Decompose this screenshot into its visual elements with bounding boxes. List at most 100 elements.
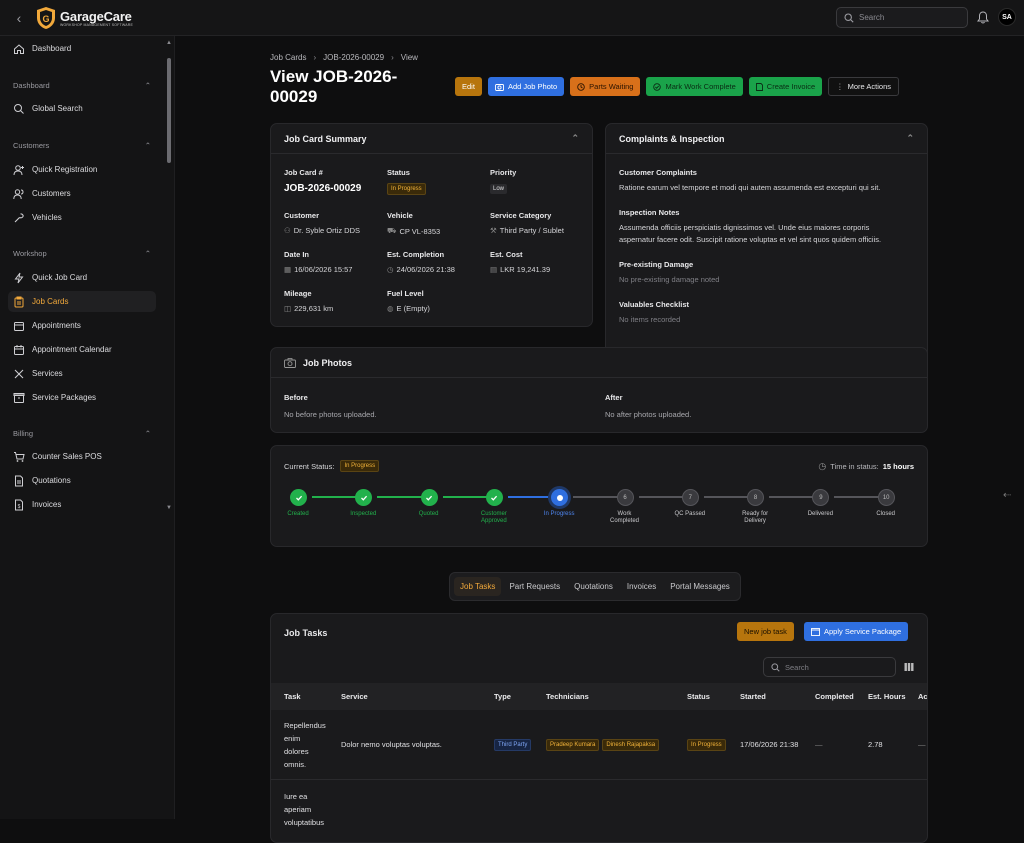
tab-invoices[interactable]: Invoices xyxy=(621,577,662,596)
sidebar-item-customers[interactable]: Customers xyxy=(8,183,156,204)
bell-icon[interactable] xyxy=(977,11,989,24)
section-customers[interactable]: Customers ⌃ xyxy=(13,141,151,150)
sidebar-item-service-packages[interactable]: Service Packages xyxy=(8,387,156,408)
columns-icon[interactable] xyxy=(904,662,914,672)
section-dashboard[interactable]: Dashboard ⌃ xyxy=(13,81,151,90)
before-label: Before xyxy=(284,393,308,402)
sidebar-item-invoices[interactable]: $ Invoices xyxy=(8,494,156,515)
sidebar-item-global-search[interactable]: Global Search xyxy=(8,98,156,119)
table-row[interactable]: Iure ea aperiam voluptatibus xyxy=(271,781,927,842)
chevron-up-icon: ⌃ xyxy=(906,133,914,143)
breadcrumb-job-number[interactable]: JOB-2026-00029 xyxy=(323,53,384,62)
sidebar-item-dashboard[interactable]: Dashboard xyxy=(8,38,156,59)
card-title: Job Card Summary xyxy=(284,133,367,144)
edit-button[interactable]: Edit xyxy=(455,77,482,96)
scroll-down-arrow-icon[interactable]: ▼ xyxy=(166,505,172,511)
column-header[interactable]: Started xyxy=(740,692,766,701)
sidebar-item-quick-job-card[interactable]: Quick Job Card xyxy=(8,267,156,288)
more-actions-button[interactable]: ⋮ More Actions xyxy=(828,77,899,96)
add-job-photo-button[interactable]: Add Job Photo xyxy=(487,77,565,96)
field-label: Fuel Level xyxy=(387,289,424,298)
current-status-label: Current Status: xyxy=(284,461,335,471)
technician-badge: Pradeep Kumara xyxy=(546,739,600,751)
tab-portal-messages[interactable]: Portal Messages xyxy=(664,577,736,596)
chevron-up-icon: ⌃ xyxy=(144,141,151,150)
field-label: Mileage xyxy=(284,289,312,298)
sidebar-item-counter-sales-pos[interactable]: Counter Sales POS xyxy=(8,446,156,467)
stepper-label: In Progress xyxy=(543,511,575,517)
task-action[interactable]: — xyxy=(918,740,926,749)
column-header[interactable]: Status xyxy=(687,692,710,701)
sidebar-item-label: Appointments xyxy=(32,321,81,330)
field-label: Service Category xyxy=(490,211,552,220)
sidebar-item-label: Services xyxy=(32,369,63,378)
breadcrumb-job-cards[interactable]: Job Cards xyxy=(270,53,306,62)
sidebar-item-appointment-calendar[interactable]: Appointment Calendar xyxy=(8,339,156,360)
current-status-badge: In Progress xyxy=(340,460,380,472)
stepper-step-7: 7 xyxy=(681,489,699,506)
clock-icon xyxy=(577,82,585,91)
stepper-connector xyxy=(703,496,750,498)
sidebar-item-quick-registration[interactable]: Quick Registration xyxy=(8,159,156,180)
current-dot-icon xyxy=(556,494,563,501)
task-name-line: Repellendus xyxy=(284,721,326,730)
arrow-left-icon[interactable]: ⇠ xyxy=(1003,490,1017,501)
column-header[interactable]: Service xyxy=(341,692,368,701)
tab-job-tasks[interactable]: Job Tasks xyxy=(454,577,502,596)
est-cost: LKR 19,241.39 xyxy=(500,265,551,274)
chevron-right-icon: › xyxy=(391,53,394,62)
column-header[interactable]: Ac xyxy=(918,692,927,701)
back-chevron-icon[interactable]: ‹ xyxy=(11,10,27,26)
section-billing[interactable]: Billing ⌃ xyxy=(13,429,151,438)
new-job-task-button[interactable]: New job task xyxy=(737,622,794,641)
job-card-summary-header[interactable]: Job Card Summary ⌃ xyxy=(271,124,592,154)
tab-quotations[interactable]: Quotations xyxy=(568,577,619,596)
page-title: View JOB-2026-00029 xyxy=(270,67,398,106)
section-workshop[interactable]: Workshop ⌃ xyxy=(13,249,151,258)
task-technicians: Pradeep Kumara Dinesh Rajapaksa xyxy=(546,739,662,751)
sidebar-item-appointments[interactable]: Appointments xyxy=(8,315,156,336)
tasks-search-input[interactable]: Search xyxy=(763,657,896,677)
est-cost-field: Est. Cost ▤ LKR 19,241.39 xyxy=(490,250,550,274)
customer-name[interactable]: Dr. Syble Ortiz DDS xyxy=(294,226,360,235)
sidebar-item-services[interactable]: Services xyxy=(8,363,156,384)
column-header[interactable]: Task xyxy=(284,692,301,701)
field-label: Status xyxy=(387,168,410,177)
column-header[interactable]: Technicians xyxy=(546,692,589,701)
service-category: Third Party / Sublet xyxy=(499,226,564,235)
table-row[interactable]: Repellendus enim dolores omnis. Dolor ne… xyxy=(271,710,927,780)
sidebar-scrollbar[interactable]: ▲ ▼ xyxy=(165,40,172,512)
chevron-up-icon: ⌃ xyxy=(144,249,151,258)
column-header[interactable]: Type xyxy=(494,692,511,701)
sidebar-item-job-cards[interactable]: Job Cards xyxy=(8,291,156,312)
parts-waiting-button[interactable]: Parts Waiting xyxy=(570,77,641,96)
search-icon xyxy=(14,103,24,114)
scroll-thumb[interactable] xyxy=(167,58,171,163)
column-header[interactable]: Completed xyxy=(815,692,854,701)
column-header[interactable]: Est. Hours xyxy=(868,692,906,701)
stepper-connector xyxy=(377,496,423,498)
app-logo[interactable]: G GarageCare WORKSHOP MANAGEMENT SOFTWAR… xyxy=(35,6,133,30)
cart-icon xyxy=(14,451,25,462)
est-completion: 24/06/2026 21:38 xyxy=(396,265,455,274)
create-invoice-button[interactable]: Create Invoice xyxy=(748,77,823,96)
job-card-number-field: Job Card # JOB-2026-00029 xyxy=(284,168,361,194)
task-started: 17/06/2026 21:38 xyxy=(740,740,799,749)
status-badge: In Progress xyxy=(387,183,426,195)
mark-work-complete-button[interactable]: Mark Work Complete xyxy=(646,77,743,96)
global-search-input[interactable]: Search xyxy=(836,7,968,28)
user-avatar[interactable]: SA xyxy=(998,8,1016,26)
scroll-up-arrow-icon[interactable]: ▲ xyxy=(166,40,172,46)
wrench-icon: ⚒ xyxy=(490,226,497,235)
sidebar-item-quotations[interactable]: Quotations xyxy=(8,470,156,491)
users-icon xyxy=(13,188,24,199)
complaints-header[interactable]: Complaints & Inspection ⌃ xyxy=(606,124,927,154)
apply-service-package-button[interactable]: Apply Service Package xyxy=(804,622,909,641)
stepper-label: Work Completed xyxy=(609,511,639,524)
stepper-step-1 xyxy=(290,489,307,506)
tab-part-requests[interactable]: Part Requests xyxy=(503,577,566,596)
document-icon xyxy=(15,475,23,486)
sidebar-item-vehicles[interactable]: Vehicles xyxy=(8,207,156,228)
package-icon xyxy=(811,627,820,636)
vehicle-plate[interactable]: CP VL-8353 xyxy=(399,227,440,236)
